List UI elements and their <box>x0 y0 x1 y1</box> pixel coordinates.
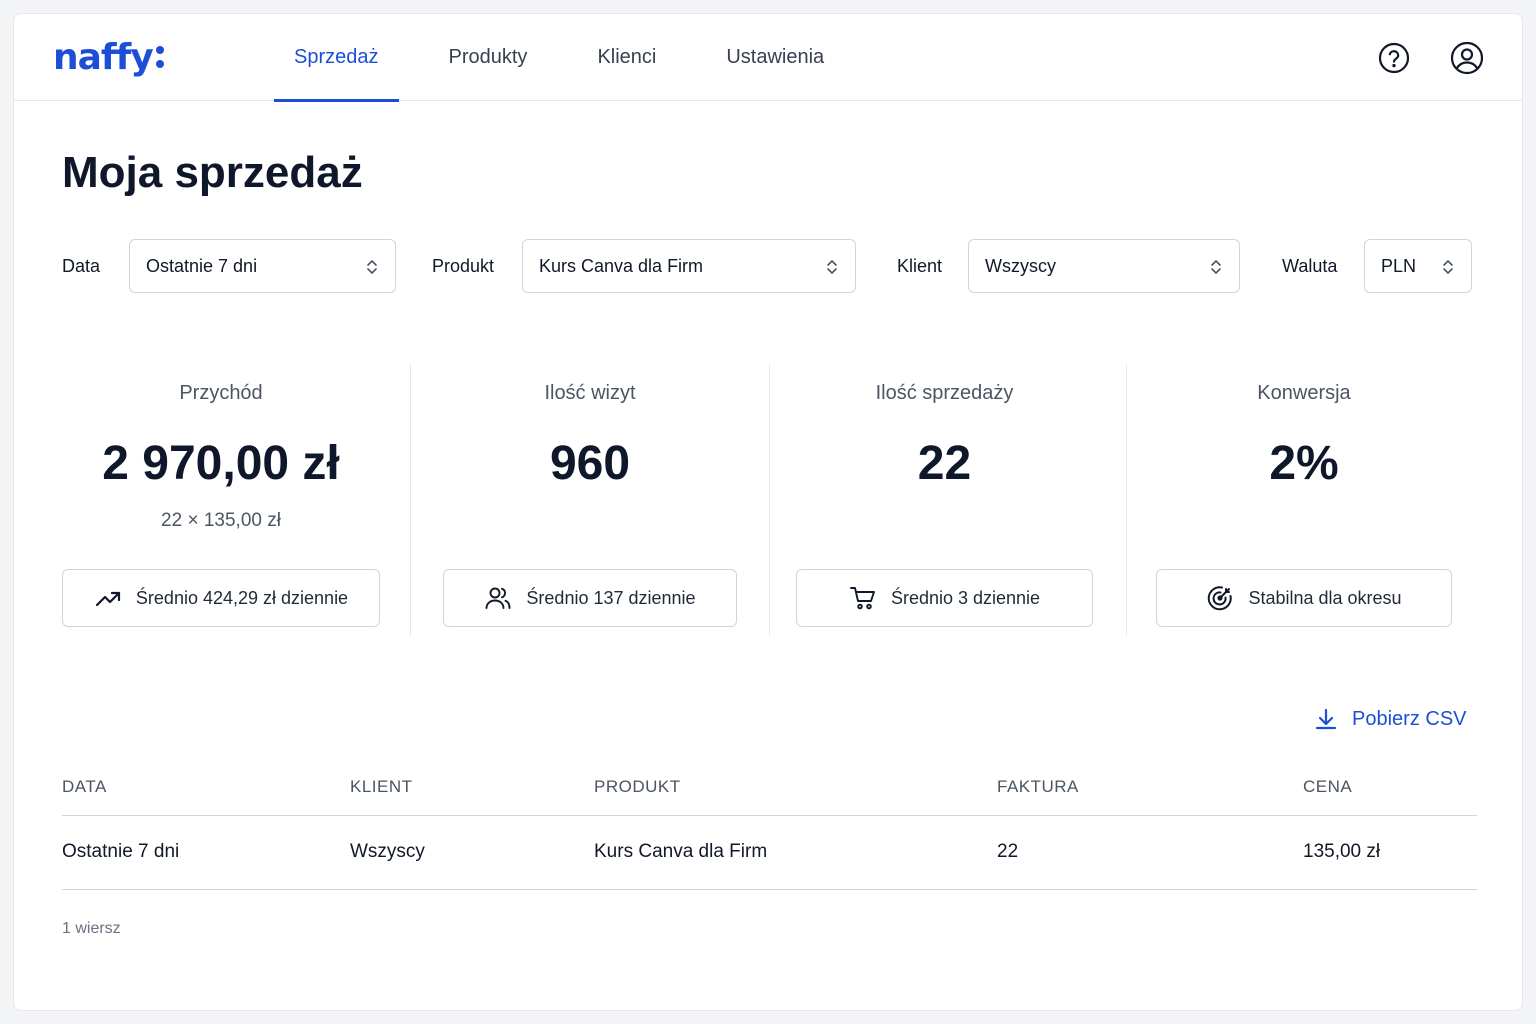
filter-bar: Data Ostatnie 7 dni Produkt Kurs Canva d… <box>62 239 1482 293</box>
sales-count-stat: Ilość sprzedaży 22 Średnio 3 dziennie <box>796 364 1093 636</box>
visits-stat: Ilość wizyt 960 Średnio 137 dziennie <box>443 364 737 636</box>
chevron-up-down-icon <box>367 260 377 274</box>
cell-date: Ostatnie 7 dni <box>62 841 180 862</box>
tab-settings[interactable]: Ustawienia <box>706 14 844 101</box>
logo-dots <box>155 46 164 68</box>
target-icon <box>1208 586 1233 611</box>
table-header: DATA KLIENT PRODUKT FAKTURA CENA <box>62 759 1477 816</box>
stat-divider <box>769 364 770 636</box>
users-icon <box>485 587 511 609</box>
chevron-up-down-icon <box>1443 260 1453 274</box>
conversion-stat: Konwersja 2% Stabilna dla okresu <box>1156 364 1452 636</box>
row-count: 1 wiersz <box>62 920 121 937</box>
trending-up-icon <box>95 591 121 607</box>
column-header-date[interactable]: DATA <box>62 777 107 797</box>
logo-text: naffy <box>53 36 154 78</box>
client-filter-label: Klient <box>897 255 943 276</box>
visits-average-chip: Średnio 137 dziennie <box>443 569 737 627</box>
sales-average-text: Średnio 3 dziennie <box>890 587 1041 608</box>
revenue-average-text: Średnio 424,29 zł dziennie <box>135 587 349 608</box>
download-csv-button[interactable]: Pobierz CSV <box>1314 704 1467 734</box>
page-title: Moja sprzedaż <box>62 148 363 197</box>
chevron-up-down-icon <box>1211 260 1221 274</box>
table-row[interactable]: Ostatnie 7 dni Wszyscy Kurs Canva dla Fi… <box>62 816 1477 890</box>
logo[interactable]: naffy <box>53 36 164 78</box>
conversion-status-chip: Stabilna dla okresu <box>1156 569 1452 627</box>
currency-filter-label: Waluta <box>1282 255 1338 276</box>
client-select[interactable]: Wszyscy <box>968 239 1240 293</box>
cell-invoice: 22 <box>997 841 1019 862</box>
client-select-value: Wszyscy <box>985 255 1056 276</box>
product-select[interactable]: Kurs Canva dla Firm <box>522 239 856 293</box>
revenue-stat: Przychód 2 970,00 zł 22 × 135,00 zł Śred… <box>62 364 380 636</box>
currency-select[interactable]: PLN <box>1364 239 1472 293</box>
revenue-value: 2 970,00 zł <box>102 437 340 490</box>
download-csv-label: Pobierz CSV <box>1352 707 1467 730</box>
cell-client: Wszyscy <box>350 841 425 862</box>
revenue-breakdown: 22 × 135,00 zł <box>161 510 281 531</box>
stat-divider <box>410 364 411 636</box>
column-header-product[interactable]: PRODUKT <box>594 777 681 797</box>
cell-product: Kurs Canva dla Firm <box>594 841 768 862</box>
column-header-price[interactable]: CENA <box>1303 777 1352 797</box>
visits-value: 960 <box>549 437 631 490</box>
revenue-average-chip: Średnio 424,29 zł dziennie <box>62 569 380 627</box>
stat-divider <box>1126 364 1127 636</box>
sales-average-chip: Średnio 3 dziennie <box>796 569 1093 627</box>
sales-count-label: Ilość sprzedaży <box>875 382 1014 404</box>
date-filter-label: Data <box>62 255 101 276</box>
date-select-value: Ostatnie 7 dni <box>146 255 258 276</box>
stats-panel: Przychód 2 970,00 zł 22 × 135,00 zł Śred… <box>62 364 1472 636</box>
tab-sales[interactable]: Sprzedaż <box>274 14 399 102</box>
conversion-status-text: Stabilna dla okresu <box>1248 587 1402 608</box>
top-navigation-bar: naffy Sprzedaż Produkty Klienci Ustawien… <box>14 14 1522 102</box>
product-select-value: Kurs Canva dla Firm <box>539 255 704 276</box>
date-select[interactable]: Ostatnie 7 dni <box>129 239 396 293</box>
cell-price: 135,00 zł <box>1303 841 1381 862</box>
column-header-client[interactable]: KLIENT <box>350 777 413 797</box>
chevron-up-down-icon <box>827 260 837 274</box>
help-circle-icon[interactable] <box>1377 41 1411 75</box>
main-nav: Sprzedaż Produkty Klienci Ustawienia <box>274 14 874 102</box>
conversion-value: 2% <box>1269 437 1339 490</box>
visits-label: Ilość wizyt <box>544 382 636 404</box>
currency-select-value: PLN <box>1381 255 1417 276</box>
app-window: naffy Sprzedaż Produkty Klienci Ustawien… <box>13 13 1523 1011</box>
visits-average-text: Średnio 137 dziennie <box>526 587 696 608</box>
user-circle-icon[interactable] <box>1450 41 1484 75</box>
sales-table: DATA KLIENT PRODUKT FAKTURA CENA Ostatni… <box>62 759 1477 890</box>
tab-products[interactable]: Produkty <box>429 14 548 101</box>
sales-count-value: 22 <box>917 437 972 490</box>
cart-icon <box>849 587 875 610</box>
product-filter-label: Produkt <box>432 255 495 276</box>
download-icon <box>1315 708 1337 730</box>
tab-clients[interactable]: Klienci <box>577 14 676 101</box>
revenue-label: Przychód <box>179 382 263 404</box>
conversion-label: Konwersja <box>1257 382 1351 404</box>
column-header-invoice[interactable]: FAKTURA <box>997 777 1079 797</box>
